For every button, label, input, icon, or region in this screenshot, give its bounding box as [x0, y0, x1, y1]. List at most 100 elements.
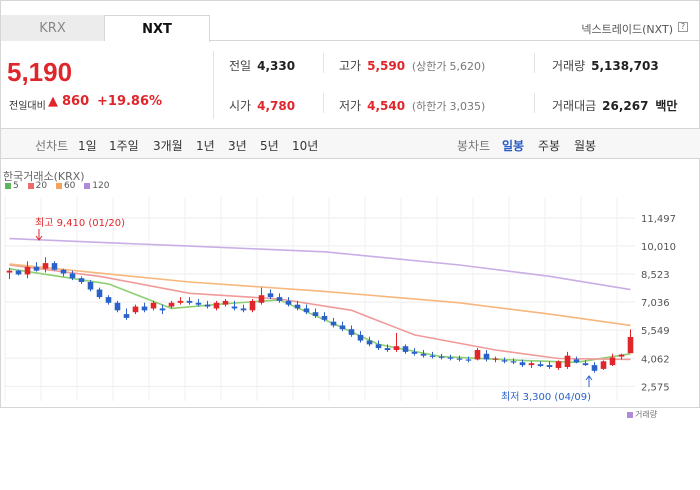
candlestick-chart: 11,497 10,010 8,523 7,036 5,549 4,062 2,575 최고…: [4, 197, 676, 403]
candle-body: [222, 300, 229, 305]
y-tick-label: 11,497: [641, 214, 676, 225]
divider: [534, 93, 535, 113]
line-chart-button[interactable]: 선차트: [35, 137, 68, 154]
monthly-candle-button[interactable]: 월봉: [574, 137, 596, 154]
candle-body: [627, 336, 634, 354]
candle-body: [321, 316, 328, 320]
candle-body: [294, 304, 301, 309]
candle-body: [150, 302, 157, 309]
candle-body: [78, 278, 85, 282]
stat-sub-label: (하한가: [411, 100, 447, 113]
candle-body: [420, 353, 427, 356]
candle-body: [249, 300, 256, 311]
divider: [534, 53, 535, 73]
candle-body: [330, 321, 337, 326]
tab-krx[interactable]: KRX: [1, 15, 105, 41]
stat-value: 4,330: [257, 59, 296, 73]
candle-body: [312, 312, 319, 316]
stat-sub-label: (상한가: [411, 60, 447, 73]
ma-legend: 5 20 60 120: [5, 181, 115, 191]
period-toolbar: 선차트 1일 1주일 3개월 1년 3년 5년 10년 봉차트 일봉 주봉 월봉: [1, 128, 700, 159]
change-rate: +19.86%: [97, 94, 163, 109]
candle-body: [303, 308, 310, 313]
period-1d-button[interactable]: 1일: [78, 137, 97, 154]
stat-value: 5,590: [367, 59, 406, 73]
candle-body: [24, 266, 31, 275]
divider: [323, 93, 324, 113]
candle-body: [213, 302, 220, 309]
candle-body: [528, 363, 535, 366]
candle-body: [87, 282, 94, 290]
candle-body: [546, 365, 553, 367]
stat-low: 저가 4,540 (하한가 3,035): [339, 97, 485, 114]
change-value: 860: [62, 94, 90, 109]
candle-body: [582, 363, 589, 366]
period-5y-button[interactable]: 5년: [260, 137, 279, 154]
market-tabs: KRX NXT 넥스트레이드(NXT) ?: [1, 1, 700, 42]
candle-body: [195, 302, 202, 305]
candle-body: [114, 302, 121, 311]
stat-sub-value: 5,620): [449, 60, 486, 73]
candle-body: [42, 263, 49, 269]
candle-body: [501, 360, 508, 362]
y-tick-label: 7,036: [641, 298, 670, 309]
period-3y-button[interactable]: 3년: [228, 137, 247, 154]
moving-average-lines: [9, 237, 631, 364]
stat-prev-close: 전일 4,330: [229, 57, 295, 74]
ma5-line: [9, 268, 631, 364]
stock-quote-panel: KRX NXT 넥스트레이드(NXT) ? 5,190 전일대비 ▲ 860 +…: [0, 0, 700, 408]
legend-ma120: 120: [84, 181, 109, 191]
daily-candle-button[interactable]: 일봉: [502, 137, 524, 154]
candle-body: [96, 289, 103, 298]
candle-body: [159, 308, 166, 311]
stat-value: 5,138,703: [591, 59, 659, 73]
candle-body: [204, 304, 211, 307]
candle-body: [438, 356, 445, 358]
candle-body: [105, 297, 112, 303]
period-1w-button[interactable]: 1주일: [109, 137, 139, 154]
y-axis: 11,497 10,010 8,523 7,036 5,549 4,062 2,575: [641, 214, 676, 394]
current-price: 5,190: [7, 57, 73, 87]
candle-body: [186, 300, 193, 303]
legend-ma60: 60: [55, 181, 75, 191]
period-10y-button[interactable]: 10년: [292, 137, 318, 154]
candle-body: [231, 306, 238, 309]
candle-body: [375, 344, 382, 349]
candle-body: [591, 365, 598, 371]
candle-body: [15, 270, 22, 275]
period-1y-button[interactable]: 1년: [196, 137, 215, 154]
candle-body: [510, 361, 517, 363]
candle-body: [258, 295, 265, 303]
candle-body: [447, 357, 454, 359]
candle-body: [555, 361, 562, 368]
y-tick-label: 5,549: [641, 326, 670, 337]
high-annotation: 최고 9,410 (01/20): [35, 217, 125, 241]
period-3m-button[interactable]: 3개월: [153, 137, 183, 154]
high-annotation-label: 최고 9,410 (01/20): [35, 217, 125, 229]
candle-body: [456, 358, 463, 360]
stat-value: 4,540: [367, 99, 406, 113]
stat-label: 전일: [229, 59, 252, 73]
tab-nxt[interactable]: NXT: [105, 15, 210, 42]
stat-sub-value: 3,035): [449, 100, 486, 113]
candle-body: [132, 306, 139, 313]
change-label: 전일대비: [9, 101, 46, 112]
up-arrow-icon: ▲: [48, 94, 58, 109]
candle-body: [51, 263, 58, 270]
help-icon[interactable]: ?: [678, 22, 688, 32]
low-annotation: 최저 3,300 (04/09): [501, 375, 593, 403]
legend-ma20: 20: [27, 181, 47, 191]
candle-chart-button[interactable]: 봉차트: [457, 137, 490, 154]
candle-body: [492, 358, 499, 360]
low-annotation-label: 최저 3,300 (04/09): [501, 391, 591, 403]
y-tick-label: 4,062: [641, 354, 670, 365]
weekly-candle-button[interactable]: 주봉: [538, 137, 560, 154]
candle-body: [366, 340, 373, 345]
candle-body: [609, 357, 616, 366]
divider: [323, 53, 324, 73]
divider: [213, 51, 214, 119]
y-tick-label: 8,523: [641, 270, 670, 281]
candle-body: [141, 306, 148, 311]
candle-body: [573, 359, 580, 363]
candle-body: [123, 314, 130, 318]
